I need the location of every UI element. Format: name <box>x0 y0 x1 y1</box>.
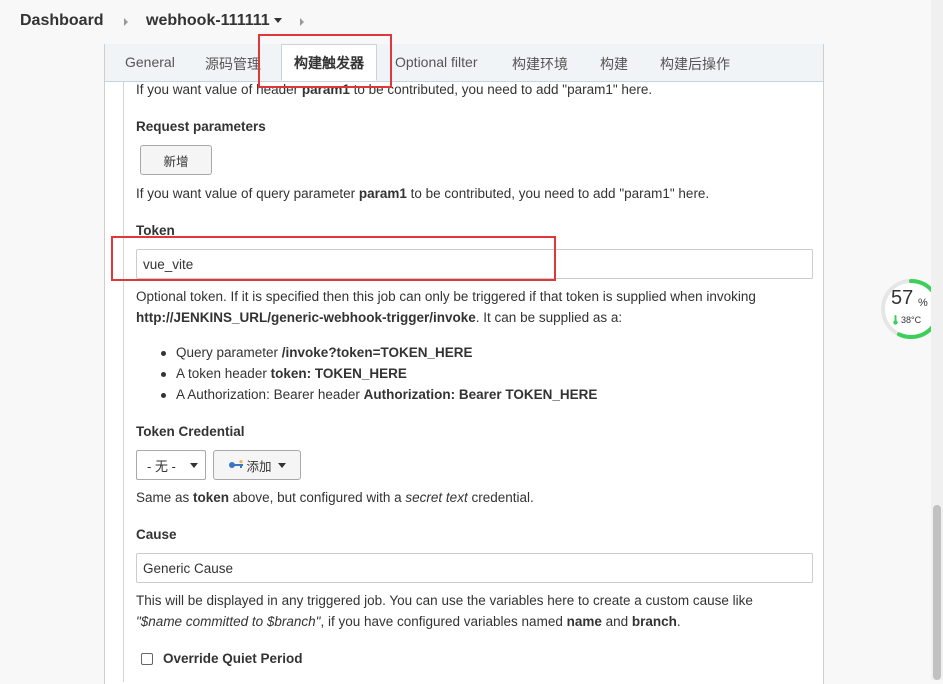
cause-input[interactable] <box>136 553 813 583</box>
add-credential-label: 添加 <box>246 459 272 474</box>
scrollbar-thumb[interactable] <box>933 505 941 680</box>
tab-build-triggers[interactable]: 构建触发器 <box>281 44 377 81</box>
tab-optional-filter[interactable]: Optional filter <box>395 54 477 70</box>
tab-build[interactable]: 构建 <box>600 54 628 74</box>
token-help-line1: Optional token. If it is specified then … <box>136 289 756 304</box>
token-credential-select-value: - 无 - <box>147 458 176 474</box>
cpu-usage-unit: % <box>918 297 928 309</box>
list-item: A token header token: TOKEN_HERE <box>161 366 407 381</box>
token-credential-label: Token Credential <box>136 424 245 439</box>
token-credential-select[interactable]: - 无 - <box>136 450 206 480</box>
breadcrumb-separator-icon <box>300 18 304 26</box>
key-icon <box>229 460 244 468</box>
tab-post-build[interactable]: 构建后操作 <box>660 54 730 74</box>
thermometer-icon <box>893 315 898 325</box>
request-parameters-help: If you want value of query parameter par… <box>136 186 710 201</box>
list-item: A Authorization: Bearer header Authoriza… <box>160 387 598 402</box>
override-quiet-period-label: Override Quiet Period <box>163 651 303 666</box>
breadcrumb-separator-icon <box>124 18 128 26</box>
tab-scm[interactable]: 源码管理 <box>205 54 261 74</box>
header-param-help: If you want value of header param1 to be… <box>136 82 653 97</box>
section-divider <box>123 82 124 682</box>
token-input[interactable] <box>136 249 813 279</box>
temperature-value: 38°C <box>901 315 922 325</box>
cause-help-line1: This will be displayed in any triggered … <box>136 593 753 608</box>
add-credential-button[interactable]: 添加 <box>213 450 301 480</box>
chevron-down-icon <box>189 462 198 468</box>
breadcrumb-dashboard[interactable]: Dashboard <box>20 12 104 30</box>
add-request-parameter-button[interactable]: 新增 <box>140 145 212 175</box>
override-quiet-period-checkbox[interactable] <box>141 653 153 665</box>
breadcrumb: Dashboard webhook-111111 <box>0 0 943 44</box>
request-parameters-label: Request parameters <box>136 119 266 134</box>
cpu-usage-value: 57 <box>891 287 914 309</box>
breadcrumb-job-label: webhook-111111 <box>146 12 270 29</box>
config-panel: General 源码管理 构建触发器 Optional filter 构建环境 … <box>104 44 824 684</box>
tab-build-environment[interactable]: 构建环境 <box>512 54 568 74</box>
cause-label: Cause <box>136 527 177 542</box>
token-label: Token <box>136 223 175 238</box>
chevron-down-icon <box>277 462 286 468</box>
token-credential-help: Same as token above, but configured with… <box>136 490 534 505</box>
breadcrumb-job[interactable]: webhook-111111 <box>146 12 282 30</box>
list-item: Query parameter /invoke?token=TOKEN_HERE <box>160 345 473 360</box>
tab-general[interactable]: General <box>125 54 175 70</box>
cause-help-line2: "$name committed to $branch", if you hav… <box>136 614 681 629</box>
config-tabs: General 源码管理 构建触发器 Optional filter 构建环境 … <box>105 44 823 82</box>
token-help-line2: http://JENKINS_URL/generic-webhook-trigg… <box>136 310 623 325</box>
chevron-down-icon[interactable] <box>273 18 282 24</box>
